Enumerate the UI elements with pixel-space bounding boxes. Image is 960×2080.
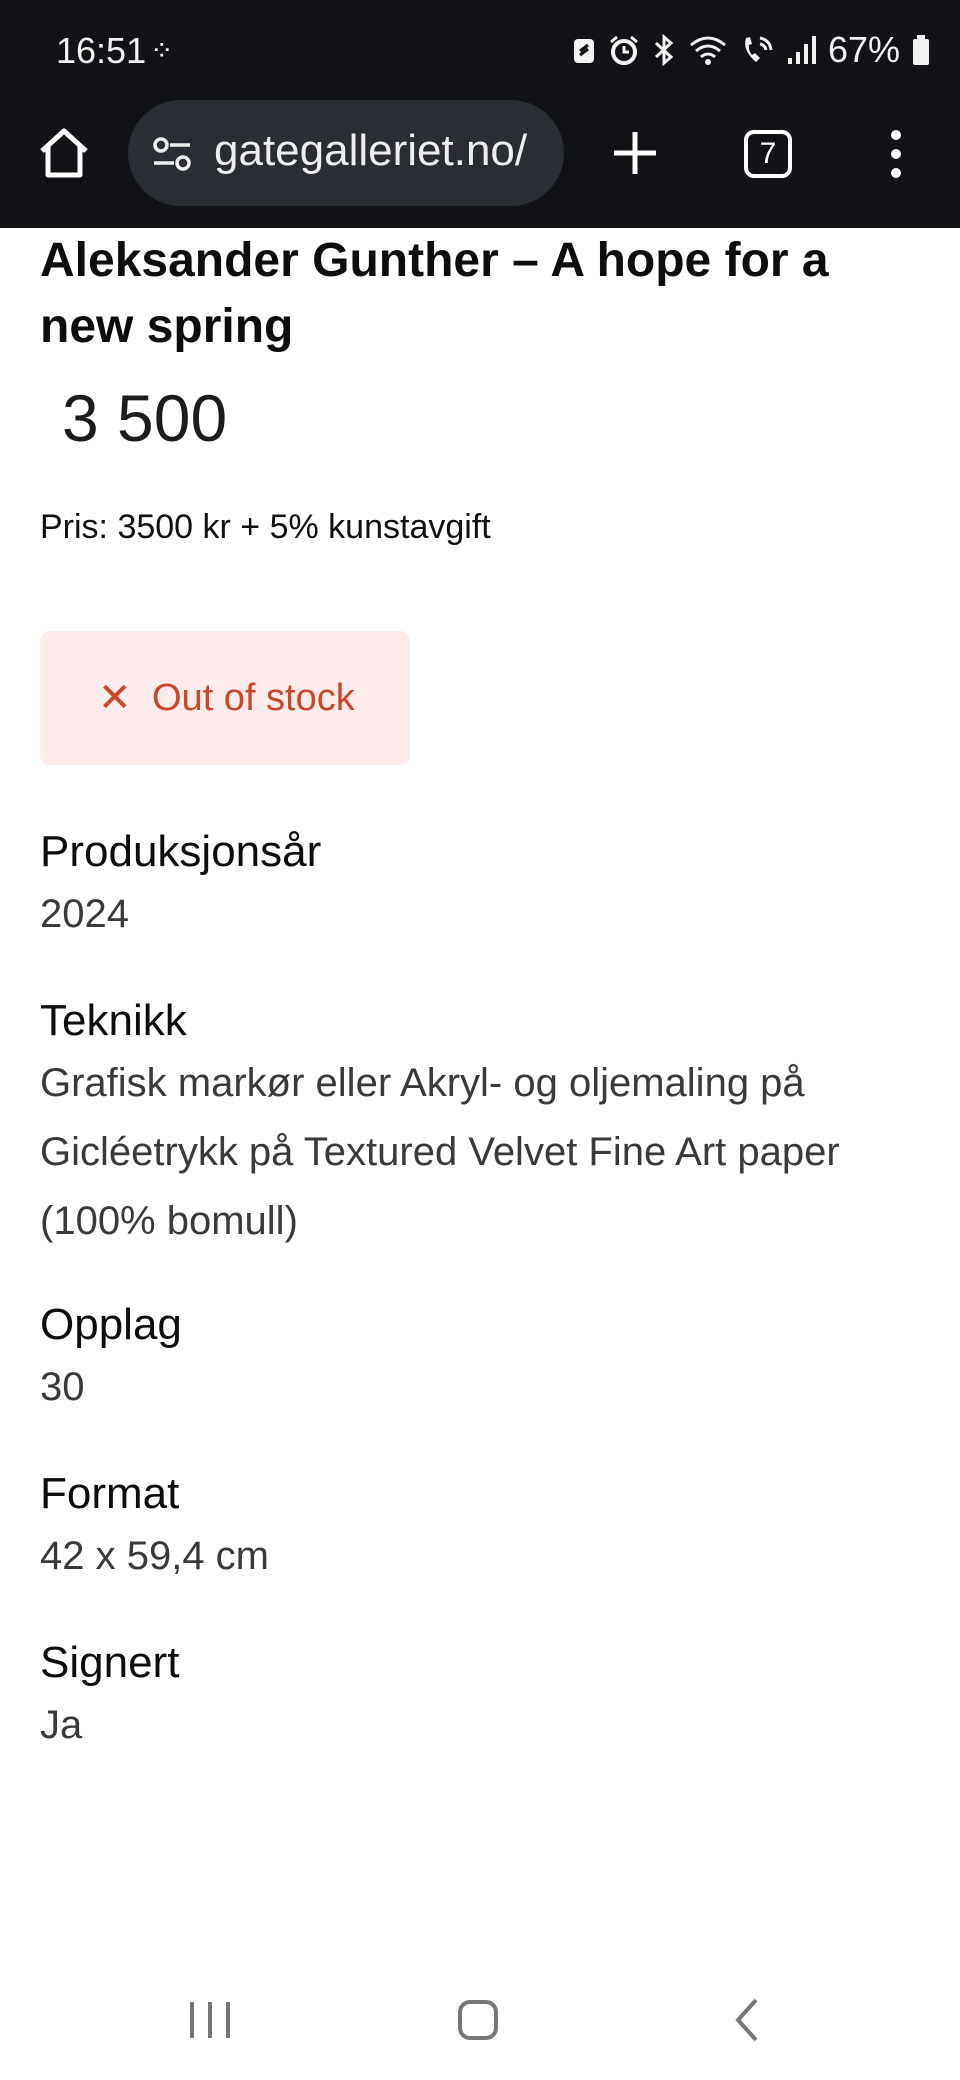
price-note: Pris: 3500 kr + 5% kunstavgift <box>40 508 491 546</box>
more-vertical-icon[interactable] <box>880 128 912 180</box>
battery-percent: 67% <box>827 29 900 70</box>
spec-label: Teknikk <box>40 996 187 1045</box>
spec-value: 42 x 59,4 cm <box>40 1534 270 1578</box>
recent-apps-icon[interactable] <box>188 1998 232 2042</box>
stock-status-badge: ✕ Out of stock <box>40 631 410 765</box>
status-bar: 16:51 ⁘ 67% <box>0 0 960 100</box>
stock-status-text: Out of stock <box>152 677 355 719</box>
wifi-icon <box>689 36 726 65</box>
spec-value: Ja <box>40 1703 83 1747</box>
tune-icon[interactable] <box>152 134 192 174</box>
browser-toolbar: gategalleriet.no/ 7 <box>0 100 960 228</box>
sparkle-icon: ⁘ <box>150 35 174 66</box>
tabs-icon[interactable]: 7 <box>744 130 792 178</box>
spec-value: 2024 <box>40 892 129 936</box>
status-icons: 67% <box>572 28 930 72</box>
plus-icon[interactable] <box>610 128 660 178</box>
spec-format: Format 42 x 59,4 cm <box>40 1466 920 1591</box>
home-icon[interactable] <box>36 125 92 181</box>
close-icon: ✕ <box>98 676 132 720</box>
lock-badge-icon <box>573 39 594 63</box>
product-title: Aleksander Gunther – A hope for a new sp… <box>40 234 829 353</box>
back-icon[interactable] <box>732 1996 762 2044</box>
bluetooth-icon <box>654 34 674 66</box>
spec-technique: Teknikk Grafisk markør eller Akryl- og o… <box>40 993 920 1256</box>
spec-value: 30 <box>40 1365 85 1409</box>
home-nav-icon[interactable] <box>456 1996 500 2044</box>
battery-icon <box>913 35 929 65</box>
spec-label: Format <box>40 1469 180 1518</box>
address-bar[interactable]: gategalleriet.no/ <box>128 100 564 206</box>
product-price: 3 500 <box>62 381 228 455</box>
spec-label: Opplag <box>40 1300 182 1349</box>
system-nav-bar <box>0 1960 960 2080</box>
alarm-icon <box>609 35 638 65</box>
spec-production-year: Produksjonsår 2024 <box>40 824 920 949</box>
status-time: 16:51 <box>56 30 147 71</box>
spec-label: Signert <box>40 1638 180 1687</box>
wifi-calling-icon <box>745 36 773 62</box>
url-text[interactable]: gategalleriet.no/ <box>214 126 527 176</box>
spec-label: Produksjonsår <box>40 827 322 876</box>
signal-icon <box>787 36 816 64</box>
browser-chrome: 16:51 ⁘ 67% gategalleriet.no/ 7 <box>0 0 960 228</box>
spec-signed: Signert Ja <box>40 1635 920 1760</box>
spec-edition: Opplag 30 <box>40 1297 920 1422</box>
spec-value: Grafisk markør eller Akryl- og oljemalin… <box>40 1061 840 1243</box>
